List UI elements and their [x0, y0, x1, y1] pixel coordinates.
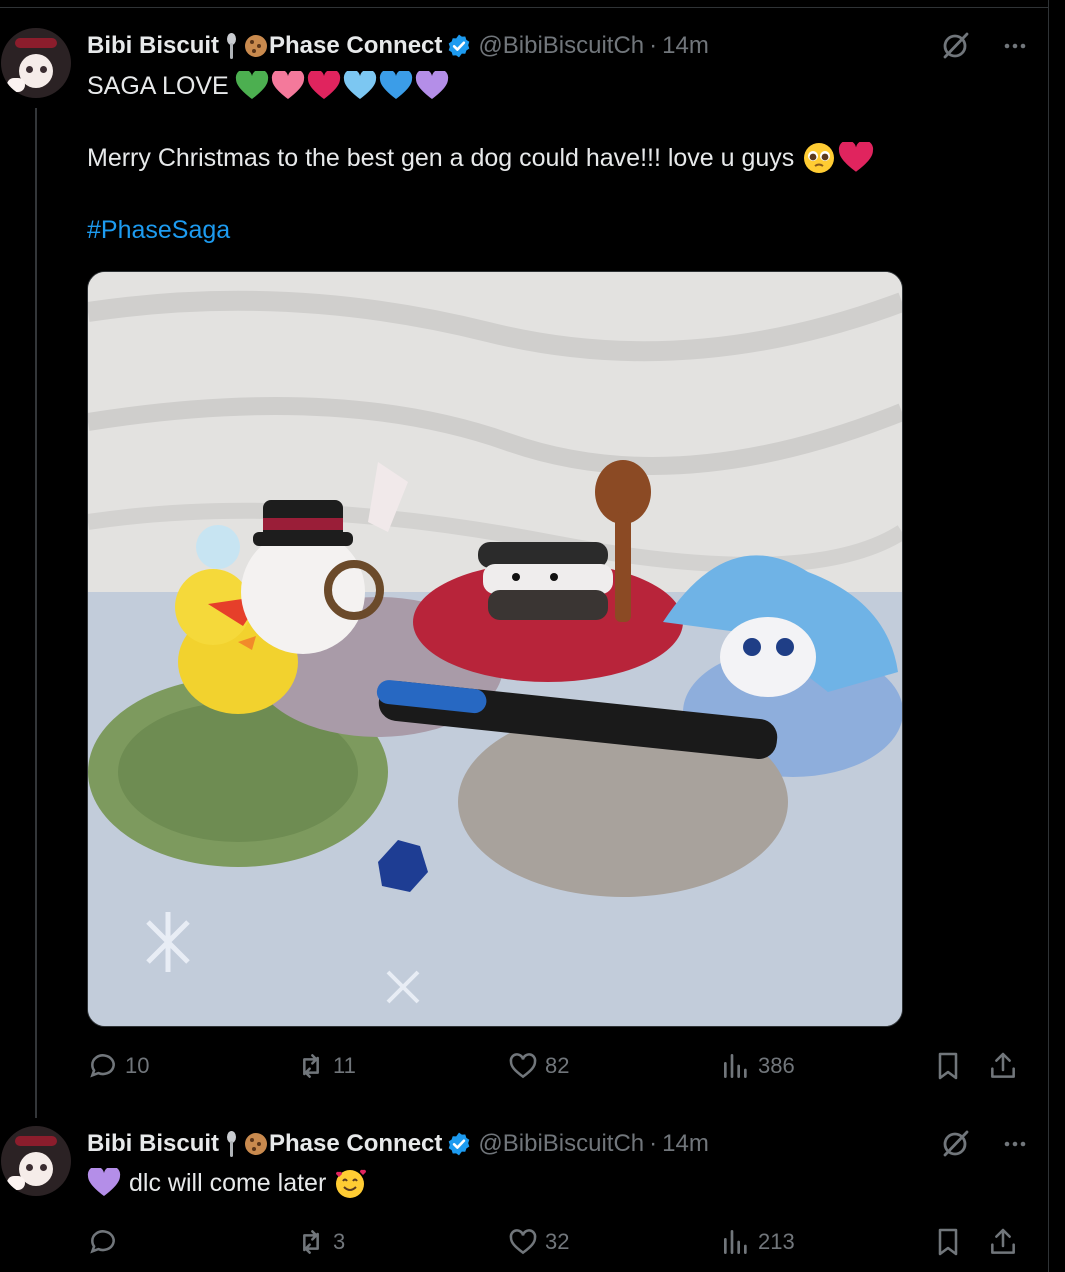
heart-emoji [235, 71, 268, 99]
like-button[interactable]: 82 [507, 1046, 569, 1086]
views-count: 386 [758, 1053, 795, 1078]
views-count: 213 [758, 1229, 795, 1254]
like-button[interactable]: 32 [507, 1222, 569, 1262]
heart-emoji [307, 71, 340, 99]
like-icon [509, 1229, 537, 1255]
spoon-icon [225, 1131, 237, 1157]
bookmark-icon [938, 1228, 958, 1256]
views-icon [724, 1230, 747, 1254]
hashtag-line: #PhaseSaga [87, 214, 230, 246]
tweet-text: SAGA LOVE [87, 71, 229, 100]
views-icon [724, 1054, 747, 1078]
avatar[interactable] [1, 28, 71, 98]
spoon-icon [225, 33, 237, 59]
tweet-header: Bibi Biscuit Phase Connect @BibiBiscuitC… [87, 31, 709, 61]
tweet-header: Bibi Biscuit Phase Connect @BibiBiscuitC… [87, 1129, 709, 1159]
reply-button[interactable] [87, 1222, 125, 1262]
tweet-text-line: dlc will come later [87, 1166, 368, 1200]
views-button[interactable]: 213 [720, 1222, 795, 1262]
repost-button[interactable]: 3 [295, 1222, 345, 1262]
purple-heart-emoji [87, 1168, 121, 1196]
grok-icon[interactable] [939, 1128, 971, 1160]
share-button[interactable] [987, 1046, 1025, 1086]
bookmark-button[interactable] [932, 1046, 970, 1086]
repost-count: 11 [333, 1053, 356, 1078]
tweet-header-actions [939, 1127, 1029, 1161]
thread-connector-line [35, 108, 37, 1118]
tweet-header-actions [939, 29, 1029, 63]
like-count: 82 [545, 1053, 570, 1078]
heart-emoji [271, 71, 304, 99]
heart-emoji-row [235, 71, 451, 101]
right-divider [1048, 0, 1049, 1272]
repost-icon [303, 1054, 319, 1078]
heart-emoji [415, 71, 448, 99]
user-handle[interactable]: @BibiBiscuitCh [478, 32, 644, 60]
timestamp[interactable]: 14m [662, 1130, 709, 1158]
separator-dot: · [649, 32, 658, 59]
avatar[interactable] [1, 1126, 71, 1196]
cookie-icon [245, 1133, 268, 1155]
timestamp[interactable]: 14m [662, 32, 709, 60]
share-icon [991, 1052, 1015, 1078]
reply-count: 10 [125, 1053, 150, 1078]
tweet-photo[interactable] [87, 271, 903, 1027]
share-button[interactable] [987, 1222, 1025, 1262]
tweet-text-line: Merry Christmas to the best gen a dog co… [87, 141, 874, 175]
pleading-face-emoji [804, 143, 835, 173]
repost-icon [303, 1230, 319, 1254]
top-divider [0, 0, 1048, 8]
separator-dot: · [649, 1130, 658, 1157]
reply-icon [90, 1054, 115, 1078]
smiling-face-with-hearts-emoji [336, 1169, 367, 1198]
tweet-text: dlc will come later [129, 1168, 327, 1197]
affiliation-name[interactable]: Phase Connect [269, 1130, 442, 1158]
verified-badge-icon [449, 34, 470, 58]
display-name[interactable]: Bibi Biscuit [87, 32, 219, 60]
grok-icon[interactable] [939, 30, 971, 62]
tweet-text-line: SAGA LOVE [87, 70, 451, 102]
views-button[interactable]: 386 [720, 1046, 795, 1086]
red-heart-emoji [839, 142, 874, 172]
cookie-icon [245, 35, 268, 57]
share-icon [991, 1228, 1015, 1254]
crochet-figures-illustration [88, 272, 902, 1026]
heart-emoji [379, 71, 412, 99]
more-icon[interactable] [1001, 32, 1029, 60]
verified-badge-icon [449, 1132, 470, 1156]
repost-count: 3 [333, 1229, 346, 1254]
hashtag-link[interactable]: #PhaseSaga [87, 216, 230, 245]
display-name[interactable]: Bibi Biscuit [87, 1130, 219, 1158]
reply-icon [90, 1230, 115, 1254]
like-count: 32 [545, 1229, 570, 1254]
like-icon [509, 1053, 537, 1079]
tweet-actions: 3 32 213 [87, 1222, 1027, 1262]
more-icon[interactable] [1001, 1130, 1029, 1158]
affiliation-name[interactable]: Phase Connect [269, 32, 442, 60]
heart-emoji [343, 71, 376, 99]
reply-button[interactable]: 10 [87, 1046, 149, 1086]
repost-button[interactable]: 11 [295, 1046, 356, 1086]
bookmark-button[interactable] [932, 1222, 970, 1262]
tweet-text: Merry Christmas to the best gen a dog co… [87, 143, 795, 172]
tweet-actions: 10 11 82 386 [87, 1046, 1027, 1086]
bookmark-icon [938, 1052, 958, 1080]
user-handle[interactable]: @BibiBiscuitCh [478, 1130, 644, 1158]
